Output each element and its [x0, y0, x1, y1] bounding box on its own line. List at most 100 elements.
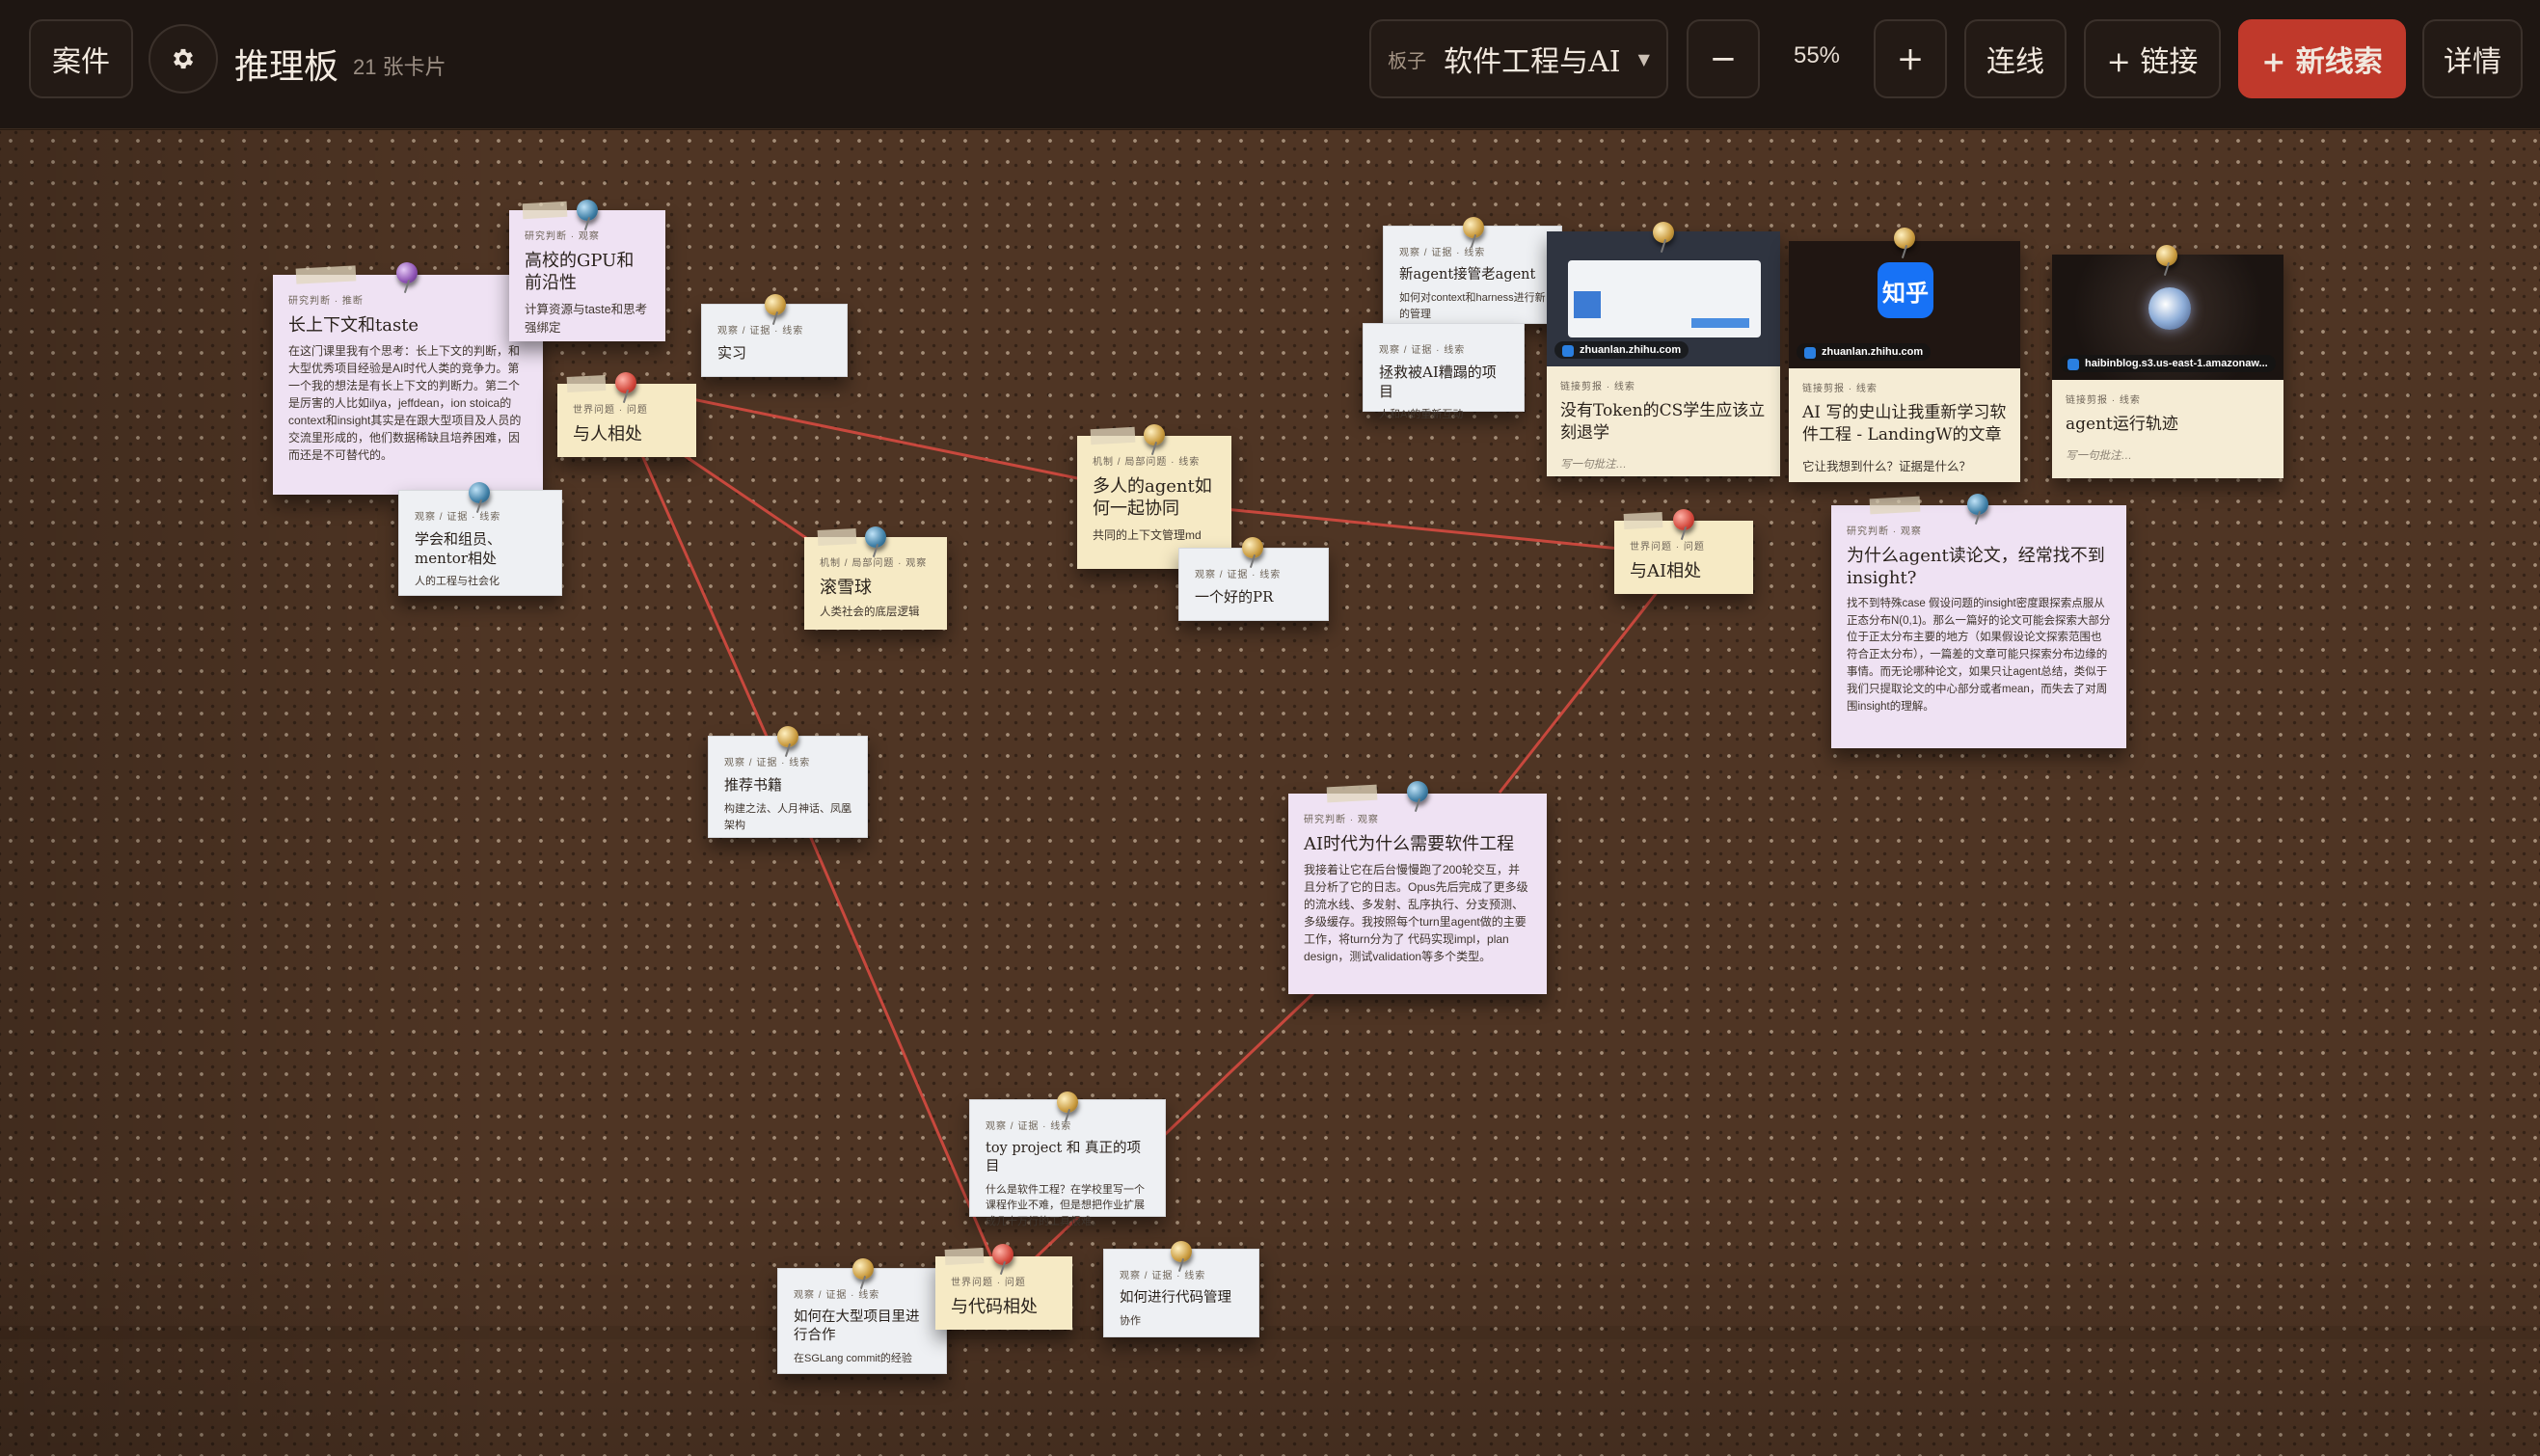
- pin-icon: [1407, 781, 1428, 802]
- card-title: 如何在大型项目里进行合作: [794, 1309, 920, 1343]
- pin-icon: [2156, 245, 2177, 266]
- link-card-agent-trace[interactable]: haibinblog.s3.us-east-1.amazonaw... 链接剪报…: [2052, 255, 2283, 478]
- link-domain: haibinblog.s3.us-east-1.amazonaw...: [2060, 355, 2276, 372]
- card-title: 一个好的PR: [1195, 588, 1274, 606]
- connect-button[interactable]: 连线: [1964, 19, 2067, 98]
- card-tag: 链接剪报 · 线索: [1560, 382, 1635, 392]
- card-tag: 观察 / 证据 · 线索: [415, 512, 501, 523]
- card-tag: 链接剪报 · 线索: [2066, 395, 2141, 406]
- zoom-in-button[interactable]: +: [1874, 19, 1947, 98]
- annotation-placeholder[interactable]: 写一句批注…: [2066, 447, 2270, 463]
- new-clue-button[interactable]: + 新线索: [2238, 19, 2406, 98]
- card-title: toy project 和 真正的项目: [986, 1141, 1142, 1174]
- card-body: 人和AI的重新互动: [1379, 409, 1464, 420]
- pin-icon: [992, 1244, 1013, 1265]
- card-body: 在SGLang commit的经验: [794, 1352, 912, 1364]
- pin-icon: [852, 1258, 874, 1280]
- card-title: 长上下文和taste: [288, 315, 419, 336]
- annotation-placeholder[interactable]: 写一句批注…: [1560, 456, 1767, 472]
- card-body: 共同的上下文管理md: [1093, 527, 1202, 542]
- zoom-level: 55%: [1793, 42, 1841, 68]
- card-title: 与代码相处: [951, 1297, 1038, 1317]
- card-title: agent运行轨迹: [2066, 415, 2178, 434]
- card-body: 计算资源与taste和思考强绑定: [525, 302, 648, 336]
- card-tag: 研究判断 · 观察: [1304, 815, 1379, 825]
- pin-icon: [1242, 537, 1263, 558]
- link-domain: zhuanlan.zhihu.com: [1554, 341, 1689, 359]
- card-body: 如何对context和harness进行新的管理: [1399, 291, 1546, 320]
- card-body: 找不到特殊case 假设问题的insight密度跟探索点服从正态分布N(0,1)…: [1847, 597, 2111, 713]
- pin-icon: [1057, 1092, 1078, 1113]
- card-title: 高校的GPU和前沿性: [525, 251, 635, 294]
- card-tag: 世界问题 · 问题: [573, 405, 648, 416]
- card-long-context-taste[interactable]: 研究判断 · 推断 长上下文和taste 在这门课里我有个思考：长上下文的判断，…: [273, 265, 543, 495]
- pin-icon: [1967, 494, 1988, 515]
- card-rescue-project[interactable]: 观察 / 证据 · 线索 拯救被AI糟蹋的项目 人和AI的重新互动: [1363, 323, 1525, 420]
- card-title: 与人相处: [573, 424, 642, 445]
- card-title: 没有Token的CS学生应该立刻退学: [1560, 401, 1766, 443]
- card-tag: 观察 / 证据 · 线索: [724, 758, 811, 768]
- card-question: 它让我想到什么？证据是什么？: [1802, 459, 1972, 473]
- card-agent-papers-insight[interactable]: 研究判断 · 观察 为什么agent读论文，经常找不到insight? 找不到特…: [1831, 496, 2126, 748]
- pin-icon: [615, 372, 636, 393]
- card-tag: 世界问题 · 问题: [951, 1278, 1026, 1288]
- pin-icon: [777, 726, 798, 747]
- board-select-value: 软件工程与AI: [1444, 45, 1621, 79]
- card-tag: 世界问题 · 问题: [1630, 542, 1705, 553]
- card-tag: 观察 / 证据 · 线索: [1120, 1271, 1206, 1281]
- card-body: 构建之法、人月神话、凤凰架构: [724, 802, 851, 831]
- card-title: 与AI相处: [1630, 561, 1702, 581]
- card-tag: 机制 / 局部问题 · 线索: [1093, 457, 1201, 468]
- card-title: 新agent接管老agent: [1399, 267, 1536, 283]
- card-tag: 观察 / 证据 · 线索: [986, 1121, 1072, 1132]
- pin-icon: [1144, 424, 1165, 445]
- card-title: 学会和组员、mentor相处: [415, 530, 502, 567]
- zhihu-logo: 知乎: [1878, 262, 1933, 318]
- pin-icon: [865, 526, 886, 548]
- card-count: 21 张卡片: [353, 55, 446, 79]
- link-thumbnail: 知乎 zhuanlan.zhihu.com: [1789, 241, 2020, 368]
- card-body: 什么是软件工程？在学校里写一个课程作业不难，但是想把作业扩展成几十万行的工具很难…: [986, 1183, 1145, 1227]
- link-card-token-cs[interactable]: zhuanlan.zhihu.com 链接剪报 · 线索 没有Token的CS学…: [1547, 231, 1780, 476]
- card-gpu-frontier[interactable]: 研究判断 · 观察 高校的GPU和前沿性 计算资源与taste和思考强绑定: [509, 201, 665, 341]
- pin-icon: [1171, 1241, 1192, 1262]
- pin-icon: [1673, 509, 1694, 530]
- card-title: 推荐书籍: [724, 776, 783, 794]
- link-card-landingw[interactable]: 知乎 zhuanlan.zhihu.com 链接剪报 · 线索 AI 写的史山让…: [1789, 241, 2020, 482]
- settings-button[interactable]: [149, 24, 218, 94]
- board-select[interactable]: 板子 软件工程与AI ▼: [1369, 19, 1668, 98]
- card-tag: 观察 / 证据 · 线索: [1379, 345, 1466, 356]
- card-title: 实习: [717, 344, 747, 362]
- link-thumbnail: haibinblog.s3.us-east-1.amazonaw...: [2052, 255, 2283, 380]
- chevron-down-icon: ▼: [1637, 49, 1650, 68]
- card-tag: 链接剪报 · 线索: [1802, 384, 1878, 394]
- card-title: 拯救被AI糟蹋的项目: [1379, 364, 1497, 400]
- pin-icon: [765, 294, 786, 315]
- card-tag: 观察 / 证据 · 线索: [1195, 570, 1282, 580]
- page-title: 推理板: [234, 47, 339, 87]
- card-title: 如何进行代码管理: [1120, 1290, 1231, 1306]
- link-thumbnail: zhuanlan.zhihu.com: [1547, 231, 1780, 366]
- globe-icon: [2148, 287, 2191, 330]
- card-tag: 研究判断 · 观察: [525, 231, 600, 242]
- card-body: 协作: [1120, 1314, 1141, 1327]
- card-tag: 机制 / 局部问题 · 观察: [820, 558, 928, 569]
- details-button[interactable]: 详情: [2422, 19, 2523, 98]
- pin-icon: [1894, 228, 1915, 249]
- pin-icon: [1653, 222, 1674, 243]
- card-tag: 研究判断 · 推断: [288, 296, 364, 307]
- add-link-button[interactable]: + 链接: [2084, 19, 2221, 98]
- case-button[interactable]: 案件: [29, 19, 133, 98]
- card-body: 人类社会的底层逻辑: [820, 607, 920, 619]
- pin-icon: [469, 482, 490, 503]
- zoom-out-button[interactable]: −: [1687, 19, 1760, 98]
- pin-icon: [396, 262, 418, 283]
- pin-icon: [1463, 217, 1484, 238]
- board-select-label: 板子: [1388, 50, 1427, 72]
- link-domain: zhuanlan.zhihu.com: [1797, 343, 1932, 361]
- card-why-software-engineering[interactable]: 研究判断 · 观察 AI时代为什么需要软件工程 我接着让它在后台慢慢跑了200轮…: [1288, 784, 1547, 994]
- card-tag: 研究判断 · 观察: [1847, 526, 1922, 537]
- card-title: 多人的agent如何一起协同: [1093, 476, 1212, 520]
- gear-icon: [173, 48, 194, 69]
- card-body: 人的工程与社会化: [415, 576, 500, 587]
